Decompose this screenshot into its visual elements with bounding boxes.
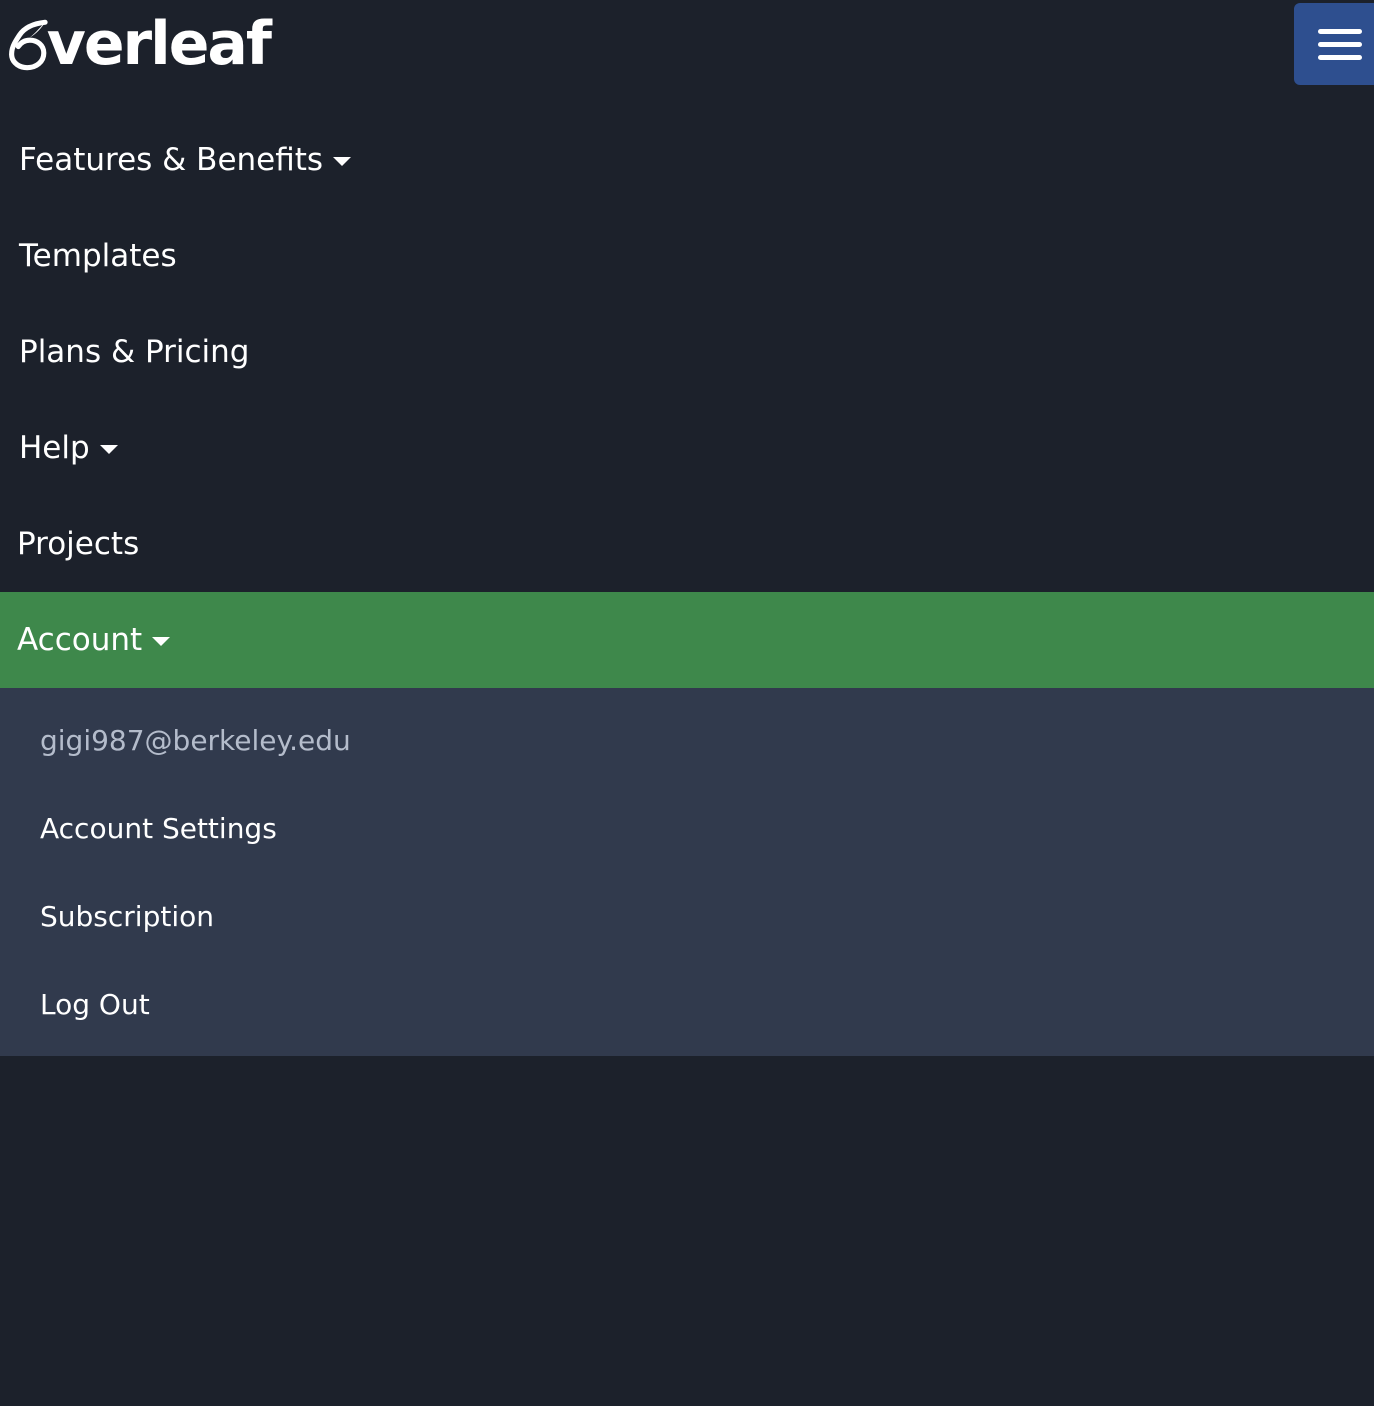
account-email: gigi987@berkeley.edu bbox=[40, 723, 351, 757]
nav-item-plans-pricing[interactable]: Plans & Pricing bbox=[0, 304, 1374, 400]
caret-down-icon bbox=[152, 636, 171, 646]
menu-item-subscription[interactable]: Subscription bbox=[0, 872, 1374, 960]
nav-item-label: Account bbox=[17, 622, 143, 658]
nav-item-label: Plans & Pricing bbox=[19, 334, 250, 370]
hamburger-icon bbox=[1318, 28, 1362, 34]
menu-toggle-button[interactable] bbox=[1294, 3, 1374, 85]
nav-item-label: Help bbox=[19, 430, 90, 466]
overleaf-logo[interactable]: verleaf bbox=[8, 4, 272, 84]
hamburger-icon-bar bbox=[1318, 41, 1362, 47]
caret-down-icon bbox=[333, 156, 352, 166]
nav-item-label: Projects bbox=[17, 526, 140, 562]
hamburger-icon-bar bbox=[1318, 54, 1362, 60]
caret-down-icon bbox=[99, 444, 118, 454]
nav-item-projects[interactable]: Projects bbox=[0, 496, 1374, 592]
nav-item-account[interactable]: Account bbox=[0, 592, 1374, 688]
nav-item-help[interactable]: Help bbox=[0, 400, 1374, 496]
account-dropdown-menu: gigi987@berkeley.edu Account Settings Su… bbox=[0, 688, 1374, 1056]
menu-item-log-out[interactable]: Log Out bbox=[0, 960, 1374, 1048]
page: verleaf Features & Benefits Templates Pl… bbox=[0, 0, 1374, 1406]
nav-item-features-benefits[interactable]: Features & Benefits bbox=[0, 112, 1374, 208]
menu-item-account-settings[interactable]: Account Settings bbox=[0, 784, 1374, 872]
main-nav: Features & Benefits Templates Plans & Pr… bbox=[0, 112, 1374, 1056]
nav-item-label: Templates bbox=[19, 238, 177, 274]
logo-text: verleaf bbox=[46, 9, 272, 79]
nav-item-templates[interactable]: Templates bbox=[0, 208, 1374, 304]
nav-item-label: Features & Benefits bbox=[19, 142, 324, 178]
